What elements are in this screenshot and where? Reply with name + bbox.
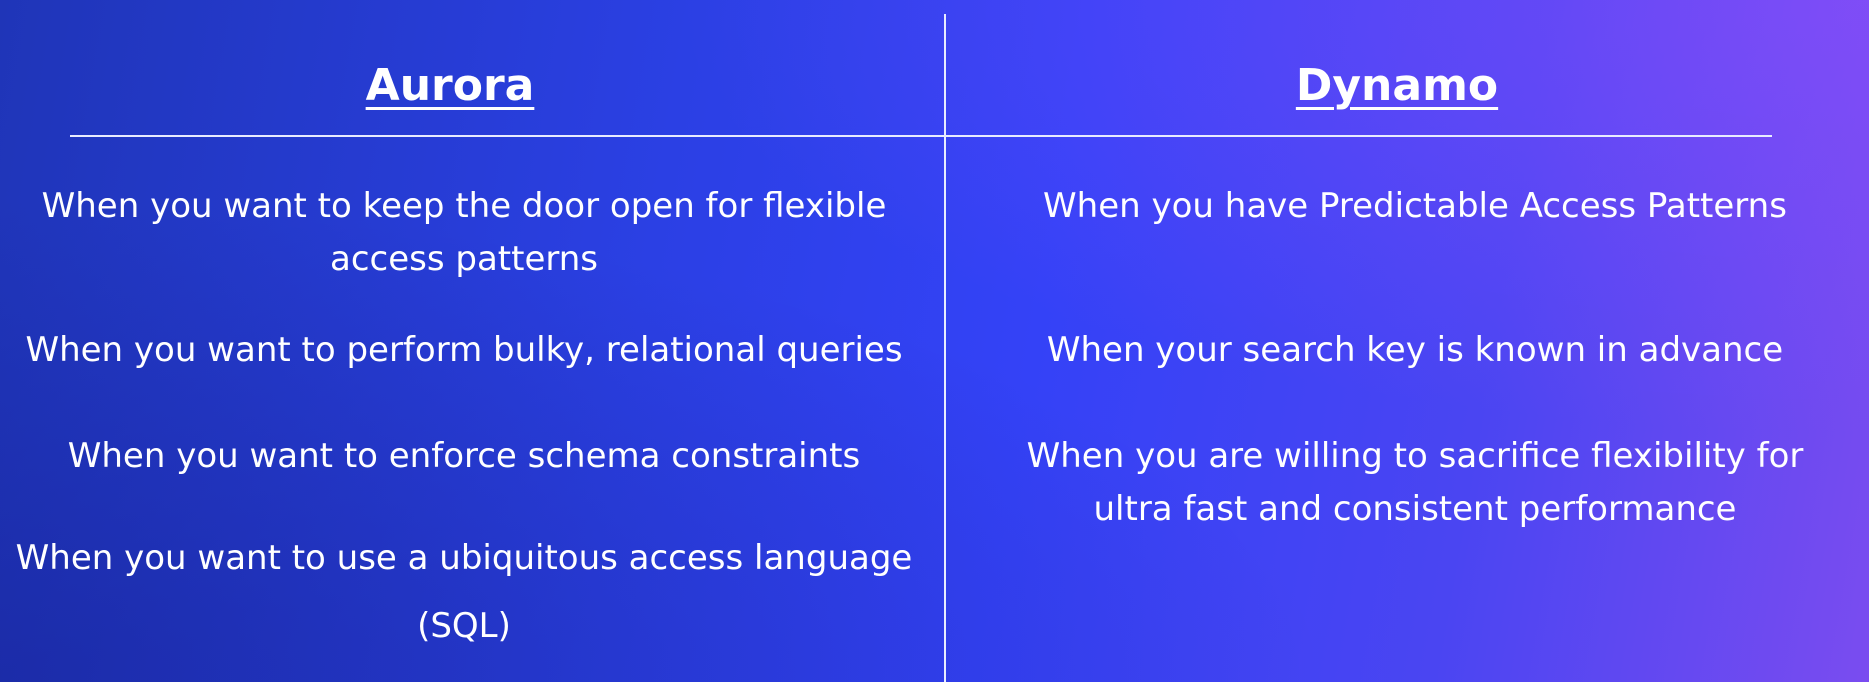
comparison-slide: Aurora Dynamo When you want to keep the …	[0, 0, 1869, 682]
vertical-divider	[944, 14, 946, 682]
dynamo-heading: Dynamo	[1295, 60, 1499, 111]
aurora-heading: Aurora	[365, 60, 535, 111]
aurora-item-flexible-access: When you want to keep the door open for …	[41, 186, 887, 279]
aurora-item-schema-constraints: When you want to enforce schema constrai…	[67, 436, 861, 476]
dynamo-item-search-key: When your search key is known in advance	[1046, 330, 1784, 370]
aurora-item-sql: (SQL)	[417, 606, 511, 646]
horizontal-divider	[70, 135, 1772, 137]
aurora-item-relational-queries: When you want to perform bulky, relation…	[25, 330, 903, 370]
aurora-item-access-language: When you want to use a ubiquitous access…	[15, 538, 913, 578]
dynamo-item-sacrifice-flexibility: When you are willing to sacrifice flexib…	[1026, 436, 1804, 529]
dynamo-item-predictable-access: When you have Predictable Access Pattern…	[1043, 186, 1787, 226]
